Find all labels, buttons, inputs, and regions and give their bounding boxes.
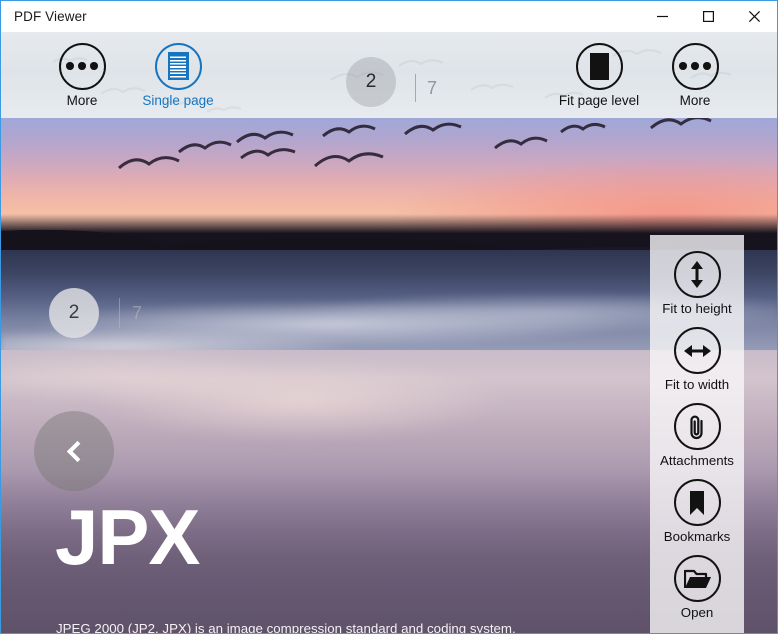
window-controls bbox=[639, 1, 777, 32]
more-button-left[interactable]: More bbox=[34, 42, 130, 108]
document-body-text: JPEG 2000 (JP2, JPX) is an image compres… bbox=[56, 618, 656, 633]
open-label: Open bbox=[680, 605, 714, 620]
bookmark-icon bbox=[673, 479, 721, 526]
current-page-bubble[interactable]: 2 bbox=[346, 57, 396, 107]
close-icon bbox=[748, 11, 760, 22]
title-bar: PDF Viewer bbox=[1, 1, 777, 32]
fit-to-width-icon bbox=[673, 327, 721, 374]
fit-to-width-button[interactable]: Fit to width bbox=[650, 327, 744, 392]
single-page-button-label: Single page bbox=[142, 92, 214, 108]
document-paragraph-1: JPEG 2000 (JP2, JPX) is an image compres… bbox=[56, 621, 516, 633]
bookmarks-button[interactable]: Bookmarks bbox=[650, 479, 744, 544]
more-dots-icon bbox=[671, 42, 719, 90]
page-number-control[interactable]: 2 7 bbox=[346, 57, 437, 107]
document-page-area[interactable]: 2 7 JPX JPEG 2000 (JP2, JPX) is an image… bbox=[1, 118, 777, 633]
fit-to-height-button[interactable]: Fit to height bbox=[650, 251, 744, 316]
document-heading: JPX bbox=[55, 493, 200, 581]
minimize-button[interactable] bbox=[639, 1, 685, 32]
more-button-right-label: More bbox=[679, 92, 711, 108]
command-bar: More Single page Fit page level More 2 7 bbox=[1, 32, 777, 118]
fit-to-height-icon bbox=[673, 251, 721, 298]
maximize-icon bbox=[702, 11, 714, 22]
overlay-page-divider bbox=[119, 298, 120, 328]
single-page-icon bbox=[154, 42, 202, 90]
fit-page-level-button[interactable]: Fit page level bbox=[551, 42, 647, 108]
chevron-left-icon bbox=[66, 440, 88, 462]
maximize-button[interactable] bbox=[685, 1, 731, 32]
current-page-number: 2 bbox=[365, 71, 377, 92]
close-button[interactable] bbox=[731, 1, 777, 32]
more-dots-icon bbox=[58, 42, 106, 90]
open-button[interactable]: Open bbox=[650, 555, 744, 620]
page-indicator-overlay[interactable]: 2 7 bbox=[49, 288, 142, 338]
bookmarks-label: Bookmarks bbox=[663, 529, 731, 544]
attachments-label: Attachments bbox=[660, 453, 734, 468]
fit-to-height-label: Fit to height bbox=[662, 301, 732, 316]
more-button-left-label: More bbox=[66, 92, 98, 108]
overlay-current-page-bubble[interactable]: 2 bbox=[49, 288, 99, 338]
minimize-icon bbox=[656, 15, 668, 18]
folder-open-icon bbox=[673, 555, 721, 602]
fit-page-level-icon bbox=[575, 42, 623, 90]
page-divider bbox=[415, 74, 416, 102]
fit-page-level-button-label: Fit page level bbox=[558, 92, 640, 108]
command-bar-right-group: Fit page level More bbox=[551, 42, 777, 108]
more-options-flyout: Fit to height Fit to width Attachments B… bbox=[650, 235, 744, 633]
overlay-current-page-number: 2 bbox=[68, 302, 80, 323]
fit-to-width-label: Fit to width bbox=[664, 377, 730, 392]
overlay-total-page-count: 7 bbox=[132, 302, 143, 323]
single-page-button[interactable]: Single page bbox=[130, 42, 226, 108]
window-title: PDF Viewer bbox=[14, 9, 87, 24]
previous-page-button[interactable] bbox=[34, 411, 114, 491]
more-button-right[interactable]: More bbox=[647, 42, 743, 108]
pdf-viewer-window: PDF Viewer More Single page Fit page lev… bbox=[0, 0, 778, 634]
paperclip-icon bbox=[673, 403, 721, 450]
attachments-button[interactable]: Attachments bbox=[650, 403, 744, 468]
command-bar-left-group: More Single page bbox=[1, 42, 226, 108]
total-page-count: 7 bbox=[427, 78, 438, 98]
